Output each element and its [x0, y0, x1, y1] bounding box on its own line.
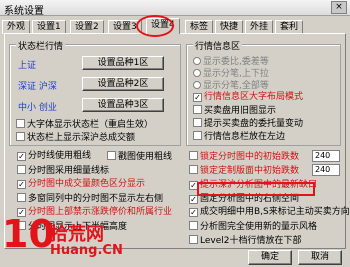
tab-labels[interactable]: 标签: [185, 20, 214, 34]
thick-line-checkbox[interactable]: 分时线使用粗线: [17, 151, 91, 163]
title-bar: 系统设置 ×: [0, 0, 350, 17]
checkbox-label: 分时线使用粗线: [28, 151, 92, 161]
bs-mark-checkbox[interactable]: 成交明细中用B,S来标记主动买卖方向: [189, 207, 350, 219]
checkbox-label: 行情信息区大字布局模式: [204, 92, 304, 102]
checkbox-mark: [189, 221, 198, 230]
checkbox-label: 分时图中成交量颜色区分显示: [28, 179, 146, 189]
show-turnover-checkbox[interactable]: 状态栏上显示深沪总成交额: [16, 132, 135, 144]
tab-appearance[interactable]: 外观: [2, 20, 31, 34]
cancel-button[interactable]: 取消: [298, 250, 342, 265]
checkbox-label: 锁定定制版面中初始跌数: [200, 166, 300, 176]
custom-count-input[interactable]: 240: [312, 164, 340, 176]
checkbox-label: 成交明细中用B,S来标记主动买卖方向: [200, 207, 350, 217]
checkbox-label: 大字体显示状态栏（重启生效）: [27, 120, 154, 130]
checkbox-label: 分时图采用细量线标: [28, 166, 110, 176]
watermark-number: 10: [2, 212, 55, 256]
status-row-label-2: 深证 沪深: [18, 82, 57, 92]
large-font-status-checkbox[interactable]: 大字体显示状态栏（重启生效）: [16, 119, 153, 131]
checkbox-mark: [17, 165, 26, 174]
tab-arbitrage[interactable]: 套利: [275, 20, 304, 34]
checkbox-mark: [17, 180, 26, 189]
checkbox-mark: [17, 152, 26, 161]
checkbox-label: Level2十档行情放在下部: [200, 236, 302, 246]
level2-bottom-checkbox[interactable]: Level2十档行情放在下部: [189, 235, 301, 247]
checkbox-mark: [17, 193, 26, 202]
checkbox-label: 买卖盘用旧图显示: [204, 106, 277, 116]
status-row-label-3: 中小 创业: [18, 103, 57, 113]
site-watermark: 10 拾荒网 Huang.CN: [0, 210, 123, 267]
checkbox-mark: [16, 119, 25, 128]
checkbox-mark: [189, 195, 198, 204]
lock-custom-checkbox[interactable]: 锁定定制版面中初始跌数: [189, 165, 299, 177]
set-variety-2-button[interactable]: 设置品种2区: [82, 77, 164, 91]
status-bar-group-title: 状态栏行情: [16, 39, 66, 52]
checkbox-mark: [107, 151, 116, 160]
checkbox-mark: [193, 105, 202, 114]
info-left-checkbox[interactable]: 行情信息栏放在左边: [193, 131, 285, 143]
checkbox-label: 锁定分时图中的初始跌数: [200, 152, 300, 162]
checkbox-label: 分析图完全使用新的量示风格: [200, 222, 318, 232]
tab-strip: 外观 设置1 设置2 设置3 设置4 标签 快捷 外挂 套利: [2, 18, 348, 34]
radio-dot: [193, 69, 201, 77]
checkbox-label: 提示买卖盘的委托量变动: [204, 119, 304, 129]
old-orderbook-checkbox[interactable]: 买卖盘用旧图显示: [193, 105, 276, 117]
tab-settings-2[interactable]: 设置2: [70, 20, 104, 34]
order-change-checkbox[interactable]: 提示买卖盘的委托量变动: [193, 118, 303, 130]
radio-dot: [193, 57, 201, 65]
bar-thick-checkbox[interactable]: 戳图使用粗线: [107, 151, 172, 163]
set-variety-3-button[interactable]: 设置品种3区: [82, 98, 164, 112]
checkbox-label: 行情信息栏放在左边: [204, 132, 286, 142]
timeline-count-input[interactable]: 240: [312, 150, 340, 162]
multi-window-checkbox[interactable]: 多窗同列中的分时图不显示左右侧: [17, 193, 163, 205]
checkbox-mark: [189, 151, 198, 160]
status-row-label-1: 上证: [18, 61, 37, 71]
set-variety-1-button[interactable]: 设置品种1区: [82, 56, 164, 70]
checkbox-mark: [16, 132, 25, 141]
volume-color-checkbox[interactable]: 分时图中成交量颜色区分显示: [17, 179, 145, 191]
large-layout-checkbox[interactable]: 行情信息区大字布局模式: [193, 92, 303, 104]
gap-highlight-box: [197, 182, 315, 196]
checkbox-mark: [189, 235, 198, 244]
radio-dot: [193, 81, 201, 89]
checkbox-mark: [189, 165, 198, 174]
close-button[interactable]: ×: [331, 1, 347, 14]
checkbox-mark: [189, 208, 198, 217]
tab-settings-1[interactable]: 设置1: [32, 20, 66, 34]
lock-timeline-checkbox[interactable]: 锁定分时图中的初始跌数: [189, 151, 299, 163]
thin-volume-checkbox[interactable]: 分时图采用细量线标: [17, 165, 109, 177]
window-title: 系统设置: [4, 6, 44, 17]
checkbox-mark: [193, 93, 202, 102]
ok-button[interactable]: 确定: [248, 250, 292, 265]
checkbox-mark: [193, 131, 202, 140]
radio-label: 显示分笔,全部等: [203, 81, 269, 91]
tab-plugins[interactable]: 外挂: [245, 20, 274, 34]
radio-ticks-all[interactable]: 显示分笔,全部等: [193, 78, 269, 91]
quote-info-group: 行情信息区 显示委比,委差等 显示分笔,上下拉 显示分笔,全部等 行情信息区大字…: [186, 39, 341, 146]
tab-highlight-circle: [136, 15, 174, 37]
checkbox-mark: [193, 118, 202, 127]
watermark-url: Huang.CN: [50, 243, 123, 258]
new-volume-style-checkbox[interactable]: 分析图完全使用新的量示风格: [189, 221, 317, 233]
tab-shortcuts[interactable]: 快捷: [215, 20, 244, 34]
quote-info-group-title: 行情信息区: [193, 39, 243, 52]
checkbox-label: 戳图使用粗线: [118, 152, 173, 162]
checkbox-label: 多窗同列中的分时图不显示左右侧: [28, 194, 164, 204]
checkbox-label: 状态栏上显示深沪总成交额: [27, 133, 136, 143]
status-bar-group: 状态栏行情 上证 设置品种1区 深证 沪深 设置品种2区 中小 创业 设置品种3…: [9, 39, 181, 146]
